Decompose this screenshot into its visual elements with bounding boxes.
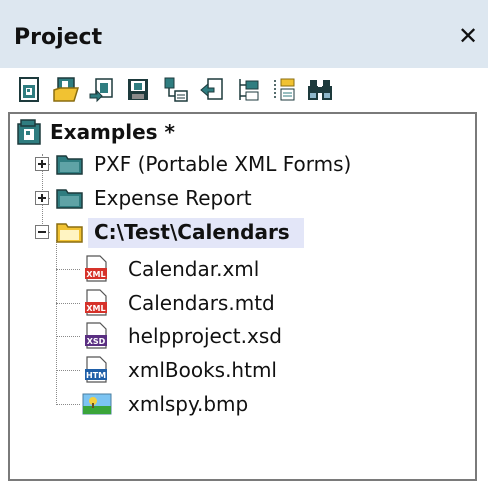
project-toolbar <box>0 68 488 110</box>
svg-text:XML: XML <box>86 270 105 279</box>
image-file-icon <box>82 393 112 415</box>
tree-folder-label: C:\Test\Calendars <box>94 220 290 244</box>
save-project-button[interactable] <box>124 76 152 104</box>
tree-root-examples[interactable]: Examples * <box>10 116 470 148</box>
project-tree: Examples * PXF (Portable XML Forms) Expe… <box>8 112 477 481</box>
expand-toggle[interactable] <box>35 191 49 205</box>
tree-root-label: Examples * <box>50 120 175 144</box>
close-icon: ✕ <box>457 22 479 50</box>
tree-folder-calendars[interactable]: C:\Test\Calendars <box>10 216 470 248</box>
add-external-folder-button[interactable] <box>234 76 262 104</box>
new-project-icon <box>19 77 39 102</box>
svg-text:XML: XML <box>86 304 105 313</box>
panel-titlebar: Project ✕ <box>0 0 488 68</box>
tree-folder-label: PXF (Portable XML Forms) <box>94 152 352 176</box>
tree-file-label: xmlBooks.html <box>128 358 277 382</box>
tree-file-calendars-mtd[interactable]: XML Calendars.mtd <box>10 287 470 319</box>
tree-file-label: Calendar.xml <box>128 257 260 281</box>
tree-file-xmlbooks-html[interactable]: HTM xmlBooks.html <box>10 354 470 386</box>
xml-file-icon: XML <box>84 255 110 283</box>
add-files-button[interactable] <box>162 76 190 104</box>
xsd-file-icon: XSD <box>84 322 110 350</box>
html-file-icon: HTM <box>84 356 110 384</box>
tree-file-label: helpproject.xsd <box>128 324 282 348</box>
add-active-file-icon <box>200 78 223 100</box>
add-folder-button[interactable] <box>270 76 298 104</box>
add-active-file-button[interactable] <box>198 76 226 104</box>
tree-file-label: Calendars.mtd <box>128 291 275 315</box>
expand-toggle[interactable] <box>35 157 49 171</box>
close-button[interactable]: ✕ <box>456 22 480 50</box>
panel-title: Project <box>14 25 103 50</box>
add-files-icon <box>164 77 188 102</box>
xml-file-icon: XML <box>84 289 110 317</box>
project-panel: Project ✕ Examples * PXF (Portable XML F… <box>0 0 488 494</box>
open-project-button[interactable] <box>52 76 80 104</box>
folder-icon <box>56 152 84 176</box>
folder-icon <box>56 186 84 210</box>
add-external-folder-icon <box>239 79 259 101</box>
svg-text:HTM: HTM <box>86 371 106 380</box>
open-project-icon <box>53 77 80 102</box>
add-folder-icon <box>274 78 295 101</box>
reload-project-icon <box>89 78 113 103</box>
tree-file-calendar-xml[interactable]: XML Calendar.xml <box>10 253 470 285</box>
find-button[interactable] <box>306 76 334 104</box>
tree-file-label: xmlspy.bmp <box>128 392 249 416</box>
tree-file-helpproject-xsd[interactable]: XSD helpproject.xsd <box>10 320 470 352</box>
tree-folder-label: Expense Report <box>94 186 252 210</box>
save-project-icon <box>128 79 148 100</box>
tree-file-xmlspy-bmp[interactable]: xmlspy.bmp <box>10 388 470 420</box>
open-folder-icon <box>56 220 84 244</box>
reload-project-button[interactable] <box>88 76 116 104</box>
project-icon <box>16 118 44 146</box>
new-project-button[interactable] <box>16 76 44 104</box>
svg-text:XSD: XSD <box>87 337 106 346</box>
collapse-toggle[interactable] <box>35 225 49 239</box>
binoculars-icon <box>308 80 332 100</box>
tree-folder-expense-report[interactable]: Expense Report <box>10 182 470 214</box>
tree-folder-pxf[interactable]: PXF (Portable XML Forms) <box>10 148 470 180</box>
